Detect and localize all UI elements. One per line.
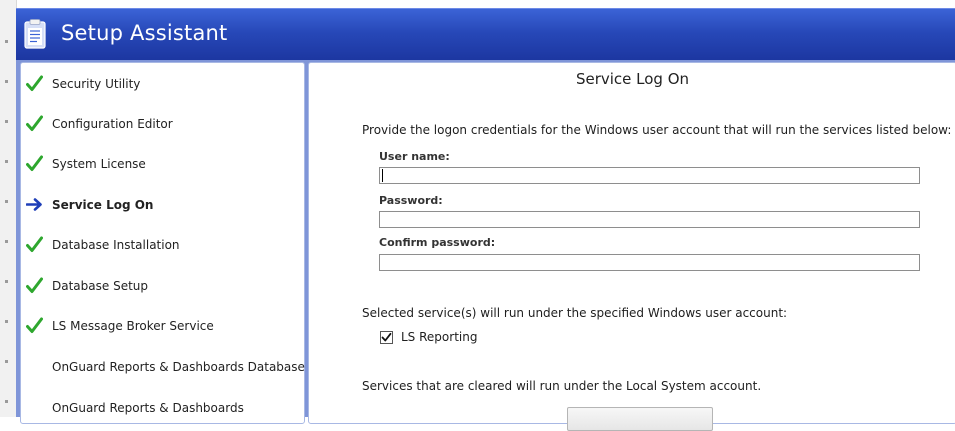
window-title: Setup Assistant <box>61 21 228 45</box>
sidebar-item-reports-dashboards-database[interactable]: OnGuard Reports & Dashboards Database <box>21 349 305 389</box>
strip-dot <box>5 200 8 203</box>
ls-reporting-label: LS Reporting <box>401 330 478 344</box>
strip-dot <box>5 280 8 283</box>
cleared-services-note: Services that are cleared will run under… <box>362 379 762 393</box>
title-bar: Setup Assistant <box>16 8 955 61</box>
checkmark-icon <box>26 75 43 92</box>
sidebar-item-ls-message-broker-service[interactable]: LS Message Broker Service <box>21 308 304 348</box>
sidebar-item-label: Database Installation <box>52 238 180 252</box>
sidebar-item-configuration-editor[interactable]: Configuration Editor <box>21 106 304 146</box>
action-button[interactable] <box>567 407 713 431</box>
sidebar-item-label: Database Setup <box>52 279 148 293</box>
checkmark-icon <box>26 236 43 253</box>
sidebar-item-security-utility[interactable]: Security Utility <box>21 66 304 106</box>
strip-dot <box>5 360 8 363</box>
service-log-on-panel: Service Log On Provide the logon credent… <box>308 62 955 431</box>
checkmark-icon <box>381 332 392 342</box>
sidebar-item-label: LS Message Broker Service <box>52 319 214 333</box>
text-cursor <box>382 169 383 182</box>
sidebar-item-database-setup[interactable]: Database Setup <box>21 268 304 308</box>
checkmark-icon <box>26 115 43 132</box>
checkmark-icon <box>26 317 43 334</box>
steps-sidebar: Security Utility Configuration Editor Sy… <box>20 62 305 424</box>
strip-dot <box>5 320 8 323</box>
arrow-right-icon <box>25 196 43 213</box>
password-label: Password: <box>379 194 443 207</box>
sidebar-item-system-license[interactable]: System License <box>21 146 304 186</box>
sidebar-item-label: Configuration Editor <box>52 117 173 131</box>
strip-dot <box>5 120 8 123</box>
sidebar-item-label: System License <box>52 157 146 171</box>
intro-text: Provide the logon credentials for the Wi… <box>362 123 952 137</box>
sidebar-item-label: Security Utility <box>52 77 141 91</box>
checkmark-icon <box>26 155 43 172</box>
strip-dot <box>5 80 8 83</box>
username-label: User name: <box>379 150 450 163</box>
clipboard-icon <box>24 19 46 49</box>
content-area: Security Utility Configuration Editor Sy… <box>16 60 955 431</box>
sidebar-item-service-log-on[interactable]: Service Log On <box>21 187 304 227</box>
sidebar-item-reports-dashboards[interactable]: OnGuard Reports & Dashboards <box>21 390 304 430</box>
sidebar-item-label: OnGuard Reports & Dashboards <box>52 401 244 415</box>
left-edge-strip <box>0 0 17 417</box>
strip-dot <box>5 160 8 163</box>
strip-dot <box>5 400 8 403</box>
ls-reporting-checkbox[interactable] <box>380 331 393 344</box>
confirm-password-label: Confirm password: <box>379 236 496 249</box>
page-title: Service Log On <box>575 70 690 88</box>
strip-dot <box>5 40 8 43</box>
confirm-password-input[interactable] <box>379 254 920 271</box>
strip-dot <box>5 240 8 243</box>
checkmark-icon <box>26 277 43 294</box>
sidebar-item-database-installation[interactable]: Database Installation <box>21 227 304 267</box>
password-input[interactable] <box>379 211 920 228</box>
services-description: Selected service(s) will run under the s… <box>362 306 788 320</box>
sidebar-item-label: OnGuard Reports & Dashboards Database <box>52 360 305 374</box>
sidebar-item-label: Service Log On <box>52 198 154 212</box>
username-input[interactable] <box>379 167 920 184</box>
